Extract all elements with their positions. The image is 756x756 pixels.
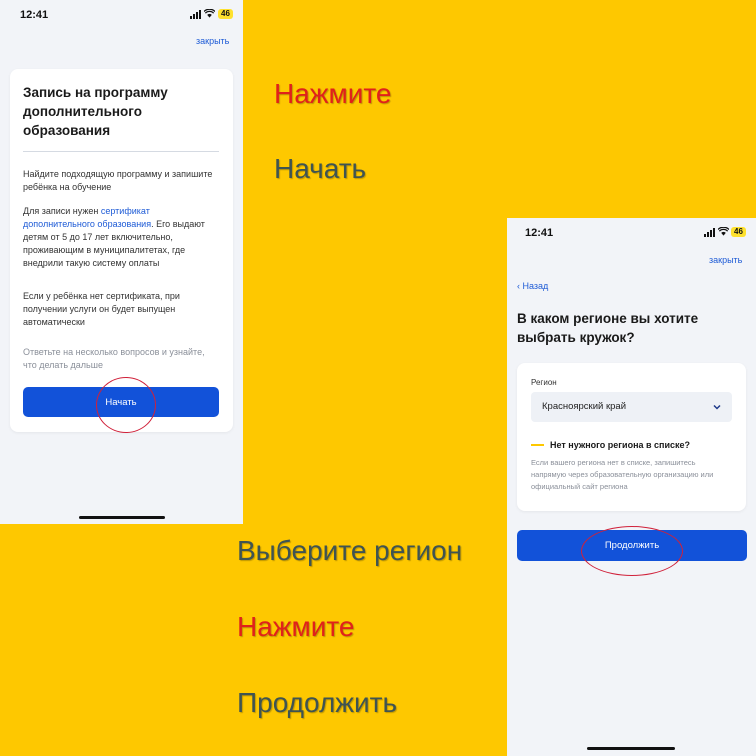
no-region-toggle[interactable]: Нет нужного региона в списке?	[531, 440, 690, 450]
signal-bars-icon	[190, 10, 201, 19]
battery-icon: 46	[731, 227, 746, 237]
caption-choose-region: Выберите регион	[237, 535, 463, 566]
wifi-icon	[204, 9, 215, 18]
certificate-text: Для записи нужен сертификат дополнительн…	[23, 205, 219, 270]
signal-bars-icon	[704, 228, 715, 237]
page-title: В каком регионе вы хотите выбрать кружок…	[517, 311, 699, 345]
caption-press-2: Нажмите	[237, 611, 355, 642]
caption-start: Начать	[274, 153, 367, 184]
phone-screen-intro: 12:41 46 закрыть Запись на программу доп…	[0, 0, 243, 524]
home-indicator	[587, 747, 675, 750]
status-bar: 12:41 46	[0, 0, 243, 28]
accent-dash	[531, 444, 544, 446]
certificate-text-start: Для записи нужен	[23, 206, 101, 216]
highlight-circle	[96, 377, 156, 433]
caption-continue: Продолжить	[237, 687, 398, 718]
questions-hint: Ответьте на несколько вопросов и узнайте…	[23, 347, 205, 370]
wifi-icon	[718, 227, 729, 236]
close-link[interactable]: закрыть	[196, 36, 229, 46]
status-time: 12:41	[525, 227, 554, 239]
no-region-title: Нет нужного региона в списке?	[550, 440, 691, 450]
status-time: 12:41	[20, 9, 49, 21]
region-value: Красноярский край	[542, 401, 626, 412]
intro-text: Найдите подходящую программу и запишите …	[23, 169, 213, 192]
page-title: Запись на программу дополнительного обра…	[23, 85, 168, 138]
caption-press-1: Нажмите	[274, 78, 392, 109]
chevron-down-icon	[713, 404, 721, 410]
back-link[interactable]: ‹ Назад	[517, 281, 548, 291]
region-card: Регион Красноярский край Нет нужного рег…	[517, 363, 746, 511]
back-label: Назад	[522, 281, 549, 291]
status-bar: 12:41 46	[507, 218, 756, 246]
no-region-text: Если вашего региона нет в списке, запиши…	[531, 458, 714, 491]
divider	[23, 151, 219, 152]
auto-certificate-text: Если у ребёнка нет сертификата, при полу…	[23, 291, 180, 327]
close-link[interactable]: закрыть	[709, 255, 742, 265]
battery-icon: 46	[218, 9, 233, 19]
highlight-circle	[581, 526, 683, 576]
region-label: Регион	[531, 378, 557, 387]
phone-screen-region: 12:41 46 закрыть ‹ Назад В каком регионе…	[507, 218, 756, 756]
home-indicator	[79, 516, 165, 519]
region-select[interactable]: Красноярский край	[531, 392, 732, 422]
